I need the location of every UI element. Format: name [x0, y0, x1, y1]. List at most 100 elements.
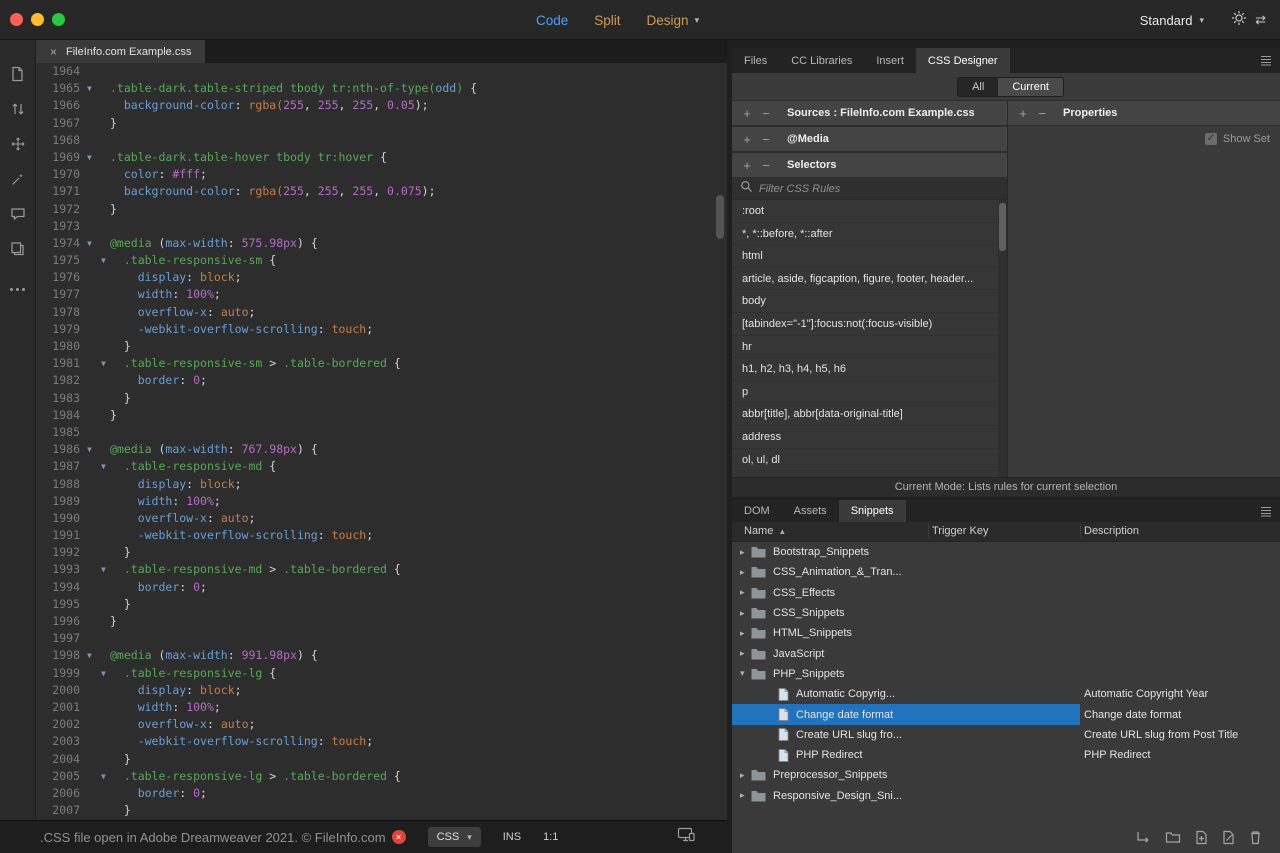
remove-property-icon[interactable]: − — [1036, 106, 1048, 121]
snippet-item-row[interactable]: Create URL slug fro... Create URL slug fr… — [732, 725, 1280, 745]
code-fold-icon[interactable]: ▼ — [101, 561, 106, 578]
selector-list-scrollbar[interactable] — [998, 200, 1007, 477]
new-snippet-icon[interactable] — [1195, 830, 1208, 845]
css-selector-item[interactable]: body — [732, 290, 1007, 313]
remove-selector-icon[interactable]: − — [760, 158, 772, 173]
chevron-collapsed-icon[interactable]: ▸ — [740, 547, 751, 558]
css-selector-item[interactable]: article, aside, figcaption, figure, foot… — [732, 268, 1007, 291]
code-fold-icon[interactable]: ▼ — [87, 441, 92, 458]
copy-stack-icon[interactable] — [10, 241, 25, 256]
chevron-collapsed-icon[interactable]: ▸ — [740, 648, 751, 659]
css-selector-item[interactable]: h1, h2, h3, h4, h5, h6 — [732, 358, 1007, 381]
css-selector-item[interactable]: abbr[title], abbr[data-original-title] — [732, 403, 1007, 426]
close-window-button[interactable] — [10, 13, 23, 26]
snippet-item-row[interactable]: Change date format Change date format — [732, 704, 1280, 725]
filter-css-rules-input[interactable] — [759, 182, 999, 195]
wand-icon[interactable] — [10, 172, 25, 187]
snippet-folder-row[interactable]: ▸ CSS_Effects — [732, 583, 1280, 603]
panel-menu-icon[interactable] — [1260, 54, 1272, 69]
css-selector-item[interactable]: [tabindex="-1"]:focus:not(:focus-visible… — [732, 313, 1007, 336]
close-tab-icon[interactable]: × — [50, 45, 57, 59]
chevron-collapsed-icon[interactable]: ▸ — [740, 628, 751, 639]
chevron-collapsed-icon[interactable]: ▸ — [740, 770, 751, 781]
sync-arrows-icon[interactable]: ⇄ — [1255, 12, 1266, 28]
snippet-folder-row[interactable]: ▸ CSS_Animation_&_Tran... — [732, 562, 1280, 582]
css-selector-item[interactable]: *, *::before, *::after — [732, 223, 1007, 246]
tab-cc-libraries[interactable]: CC Libraries — [779, 48, 864, 73]
chevron-expanded-icon[interactable]: ▾ — [740, 668, 751, 679]
chevron-collapsed-icon[interactable]: ▸ — [740, 608, 751, 619]
insert-snippet-icon[interactable] — [1135, 830, 1151, 845]
split-view-button[interactable]: Split — [594, 13, 620, 28]
code-lines[interactable]: 1964 1965 ▼ .table-dark.table-striped tbody… — [36, 63, 727, 820]
remove-media-icon[interactable]: − — [760, 132, 772, 147]
remove-source-icon[interactable]: − — [760, 106, 772, 121]
code-fold-icon[interactable]: ▼ — [87, 647, 92, 664]
code-fold-icon[interactable]: ▼ — [101, 768, 106, 785]
current-button[interactable]: Current — [998, 77, 1063, 96]
snippet-folder-row[interactable]: ▸ Preprocessor_Snippets — [732, 765, 1280, 785]
minimize-window-button[interactable] — [31, 13, 44, 26]
column-header-name[interactable]: Name ▲ — [744, 525, 786, 537]
column-header-trigger-key[interactable]: Trigger Key — [932, 525, 988, 537]
code-fold-icon[interactable]: ▼ — [101, 458, 106, 475]
code-fold-icon[interactable]: ▼ — [87, 80, 92, 97]
add-source-icon[interactable]: + — [741, 106, 753, 121]
editor-scrollbar-thumb[interactable] — [716, 195, 724, 239]
snippet-folder-row[interactable]: ▸ Bootstrap_Snippets — [732, 542, 1280, 562]
all-button[interactable]: All — [958, 77, 999, 96]
css-selector-item[interactable]: :root — [732, 200, 1007, 223]
chevron-collapsed-icon[interactable]: ▸ — [740, 790, 751, 801]
chevron-collapsed-icon[interactable]: ▸ — [740, 567, 751, 578]
design-view-button[interactable]: Design ▾ — [647, 13, 700, 28]
css-selector-item[interactable]: ol, ul, dl — [732, 449, 1007, 472]
more-options-icon[interactable] — [10, 288, 25, 291]
settings-gear-icon[interactable] — [1231, 10, 1247, 31]
snippet-folder-row[interactable]: ▸ Responsive_Design_Sni... — [732, 786, 1280, 806]
css-selector-item[interactable]: p — [732, 381, 1007, 404]
tab-files[interactable]: Files — [732, 48, 779, 73]
column-header-description[interactable]: Description — [1084, 525, 1139, 537]
device-preview-icon[interactable] — [677, 827, 695, 847]
new-folder-icon[interactable] — [1165, 831, 1181, 844]
css-selector-item[interactable]: html — [732, 245, 1007, 268]
tab-insert[interactable]: Insert — [864, 48, 916, 73]
code-fold-icon[interactable]: ▼ — [101, 252, 106, 269]
code-view-button[interactable]: Code — [536, 13, 568, 28]
zoom-window-button[interactable] — [52, 13, 65, 26]
show-set-checkbox[interactable]: ✓ — [1204, 133, 1217, 145]
code-fold-icon[interactable]: ▼ — [87, 149, 92, 166]
topbar-icons: ⇄ — [1231, 0, 1266, 40]
add-property-icon[interactable]: + — [1017, 106, 1029, 121]
edit-snippet-icon[interactable] — [1222, 830, 1235, 845]
code-fold-icon[interactable]: ▼ — [101, 355, 106, 372]
snippet-item-row[interactable]: PHP Redirect PHP Redirect — [732, 745, 1280, 765]
document-tab[interactable]: × FileInfo.com Example.css — [36, 40, 206, 63]
snippet-folder-row[interactable]: ▸ JavaScript — [732, 643, 1280, 663]
add-selector-icon[interactable]: + — [741, 158, 753, 173]
snippet-item-row[interactable]: Automatic Copyrig... Automatic Copyright … — [732, 684, 1280, 704]
chevron-collapsed-icon[interactable]: ▸ — [740, 587, 751, 598]
tab-assets[interactable]: Assets — [782, 500, 839, 522]
tab-dom[interactable]: DOM — [732, 500, 782, 522]
editor-scrollbar[interactable] — [714, 63, 726, 820]
panel-menu-icon[interactable] — [1260, 505, 1272, 520]
open-documents-icon[interactable] — [10, 66, 25, 82]
move-arrows-icon[interactable] — [10, 136, 26, 152]
selector-list-scrollbar-thumb[interactable] — [999, 203, 1006, 251]
css-selector-item[interactable]: hr — [732, 336, 1007, 359]
comment-icon[interactable] — [10, 207, 26, 221]
snippet-folder-row[interactable]: ▾ PHP_Snippets — [732, 664, 1280, 684]
add-media-icon[interactable]: + — [741, 132, 753, 147]
snippet-folder-row[interactable]: ▸ HTML_Snippets — [732, 623, 1280, 643]
sort-arrows-icon[interactable] — [10, 102, 26, 116]
code-fold-icon[interactable]: ▼ — [87, 235, 92, 252]
tab-css-designer[interactable]: CSS Designer — [915, 48, 1010, 73]
workspace-switcher[interactable]: Standard ▾ — [1140, 0, 1204, 40]
css-selector-item[interactable]: address — [732, 426, 1007, 449]
tab-snippets[interactable]: Snippets — [838, 500, 906, 522]
delete-snippet-icon[interactable] — [1249, 830, 1262, 845]
snippet-folder-row[interactable]: ▸ CSS_Snippets — [732, 603, 1280, 623]
code-fold-icon[interactable]: ▼ — [101, 665, 106, 682]
doctype-select[interactable]: CSS ▾ — [427, 827, 481, 847]
